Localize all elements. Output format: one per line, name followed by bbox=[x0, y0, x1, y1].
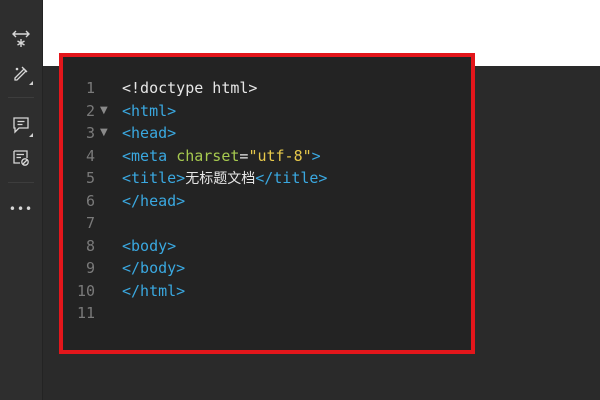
line-number: 9 bbox=[85, 259, 95, 277]
code-line[interactable]: 6 </head> bbox=[69, 190, 459, 213]
code-line[interactable]: 2 ▼ <html> bbox=[69, 100, 459, 123]
line-number: 8 bbox=[85, 236, 95, 255]
code-text: <!doctype html> bbox=[122, 77, 257, 100]
code-token: </title> bbox=[255, 169, 328, 187]
code-token: </head> bbox=[122, 191, 186, 210]
code-token: <!doctype html> bbox=[122, 79, 258, 97]
expand-icon[interactable] bbox=[8, 26, 34, 52]
code-line[interactable]: 1 <!doctype html> bbox=[69, 77, 459, 100]
toolbar-divider bbox=[8, 182, 34, 183]
fold-arrow-icon[interactable]: ▼ bbox=[100, 122, 108, 145]
line-number: 6 bbox=[85, 191, 95, 210]
line-number: 3 bbox=[85, 124, 95, 142]
line-number: 1 bbox=[85, 79, 95, 97]
code-line[interactable]: 7 bbox=[69, 212, 459, 235]
code-token: 无标题文档 bbox=[185, 171, 256, 187]
code-text: <meta charset="utf-8"> bbox=[122, 145, 321, 168]
code-text: </head> bbox=[122, 190, 185, 213]
code-line[interactable]: 8 <body> bbox=[69, 235, 459, 258]
code-line[interactable]: 4 <meta charset="utf-8"> bbox=[69, 145, 459, 168]
code-token: <head> bbox=[122, 124, 177, 142]
code-token: <body> bbox=[122, 236, 177, 255]
code-text: <head> bbox=[122, 122, 176, 145]
code-token: <meta bbox=[122, 146, 177, 165]
line-number: 2 bbox=[85, 101, 95, 120]
code-token: "utf-8" bbox=[248, 146, 312, 165]
submenu-corner-icon bbox=[29, 81, 33, 85]
code-token: charset bbox=[176, 146, 240, 165]
more-icon-glyph: ••• bbox=[8, 202, 34, 216]
more-icon[interactable]: ••• bbox=[8, 196, 34, 222]
code-token: </body> bbox=[122, 259, 186, 277]
code-line[interactable]: 5 <title>无标题文档</title> bbox=[69, 167, 459, 190]
code-token: > bbox=[311, 146, 321, 165]
code-text: <title>无标题文档</title> bbox=[122, 167, 327, 191]
left-toolbar: ••• bbox=[0, 0, 43, 400]
fold-arrow-icon[interactable]: ▼ bbox=[100, 100, 108, 123]
line-number: 10 bbox=[76, 281, 95, 300]
code-line[interactable]: 10 </html> bbox=[69, 280, 459, 303]
code-token: <html> bbox=[122, 101, 177, 120]
code-line[interactable]: 3 ▼ <head> bbox=[69, 122, 459, 145]
line-number: 4 bbox=[85, 146, 95, 165]
code-line[interactable]: 11 bbox=[69, 302, 459, 325]
code-text: </body> bbox=[122, 257, 185, 280]
snippet-icon[interactable] bbox=[8, 145, 34, 171]
code-token: </html> bbox=[122, 281, 186, 300]
code-text: </html> bbox=[122, 280, 185, 303]
line-number: 5 bbox=[85, 169, 95, 187]
comment-icon[interactable] bbox=[8, 112, 34, 138]
code-line[interactable]: 9 </body> bbox=[69, 257, 459, 280]
toolbar-divider bbox=[8, 97, 34, 98]
line-number: 7 bbox=[85, 214, 95, 232]
line-number: 11 bbox=[76, 304, 95, 322]
code-token: <title> bbox=[122, 169, 186, 187]
code-editor[interactable]: 1 <!doctype html> 2 ▼ <html> 3 ▼ <head> 4 <meta c… bbox=[69, 77, 459, 325]
submenu-corner-icon bbox=[29, 133, 33, 137]
code-text: <html> bbox=[122, 100, 176, 123]
edit-icon[interactable] bbox=[8, 60, 34, 86]
code-text: <body> bbox=[122, 235, 176, 258]
